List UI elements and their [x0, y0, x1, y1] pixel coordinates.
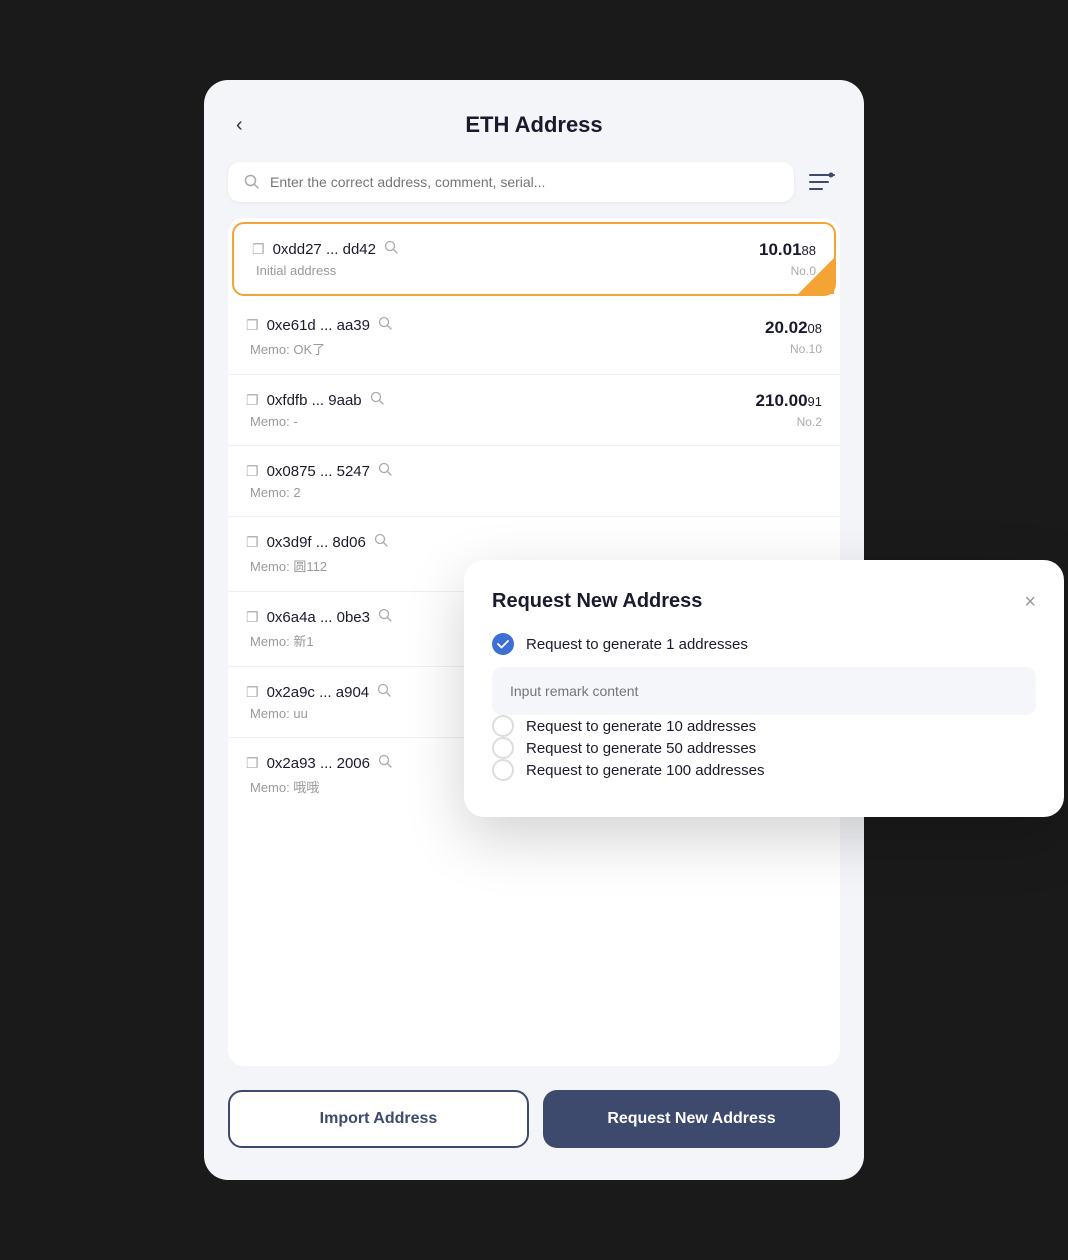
radio-unchecked-icon — [492, 715, 514, 737]
addr-top: ❐ 0x2a93 ... 2006 — [246, 754, 393, 773]
addr-memo: Memo: 圆112 — [246, 556, 389, 575]
addr-memo: Memo: 新1 — [246, 631, 393, 650]
addr-memo: Memo: uu — [246, 706, 392, 721]
radio-option[interactable]: Request to generate 10 addresses — [492, 715, 1036, 737]
radio-option[interactable]: Request to generate 50 addresses — [492, 737, 1036, 759]
copy-icon[interactable]: ❐ — [246, 755, 259, 772]
bottom-buttons: Import Address Request New Address — [228, 1090, 840, 1148]
search-addr-icon[interactable] — [378, 316, 393, 335]
remark-input[interactable] — [492, 667, 1036, 715]
addr-memo: Initial address — [252, 263, 399, 278]
addr-left: ❐ 0xe61d ... aa39 Memo: OK了 — [246, 316, 393, 358]
addr-amount: 20.0208 — [765, 318, 822, 338]
modal-options: Request to generate 1 addresses Request … — [492, 633, 1036, 781]
radio-label: Request to generate 1 addresses — [526, 636, 748, 653]
addr-top: ❐ 0xfdfb ... 9aab — [246, 391, 385, 410]
addr-amount: 10.0188 — [759, 240, 816, 260]
radio-label: Request to generate 100 addresses — [526, 762, 765, 779]
addr-left: ❐ 0x2a9c ... a904 Memo: uu — [246, 683, 392, 721]
addr-right: 210.0091 No.2 — [756, 391, 822, 429]
search-bar — [228, 162, 840, 202]
modal-header: Request New Address × — [492, 590, 1036, 613]
copy-icon[interactable]: ❐ — [246, 317, 259, 334]
search-addr-icon[interactable] — [378, 608, 393, 627]
addr-hash: 0x2a93 ... 2006 — [267, 755, 370, 772]
addr-hash: 0x0875 ... 5247 — [267, 463, 370, 480]
addr-left: ❐ 0x6a4a ... 0be3 Memo: 新1 — [246, 608, 393, 650]
selected-corner — [798, 258, 834, 294]
search-icon — [244, 174, 260, 190]
copy-icon[interactable]: ❐ — [246, 463, 259, 480]
radio-label: Request to generate 10 addresses — [526, 718, 756, 735]
filter-button[interactable] — [804, 166, 840, 198]
radio-label: Request to generate 50 addresses — [526, 740, 756, 757]
addr-no: No.10 — [790, 342, 822, 356]
modal-title: Request New Address — [492, 590, 702, 613]
radio-unchecked-icon — [492, 737, 514, 759]
address-item[interactable]: ❐ 0xfdfb ... 9aab Memo: - 210.0091 No.2 — [228, 375, 840, 446]
search-input-wrapper — [228, 162, 794, 202]
addr-hash: 0xfdfb ... 9aab — [267, 392, 362, 409]
copy-icon[interactable]: ❐ — [246, 534, 259, 551]
addr-left: ❐ 0xfdfb ... 9aab Memo: - — [246, 391, 385, 429]
addr-top: ❐ 0x6a4a ... 0be3 — [246, 608, 393, 627]
modal-option[interactable]: Request to generate 1 addresses — [492, 633, 1036, 715]
radio-option[interactable]: Request to generate 1 addresses — [492, 633, 1036, 655]
addr-no: No.2 — [797, 415, 822, 429]
addr-right: 20.0208 No.10 — [765, 318, 822, 356]
addr-top: ❐ 0xe61d ... aa39 — [246, 316, 393, 335]
copy-icon[interactable]: ❐ — [246, 609, 259, 626]
addr-hash: 0xe61d ... aa39 — [267, 317, 370, 334]
search-addr-icon[interactable] — [370, 391, 385, 410]
filter-icon — [808, 170, 836, 194]
addr-memo: Memo: 哦哦 — [246, 777, 393, 796]
addr-top: ❐ 0x3d9f ... 8d06 — [246, 533, 389, 552]
addr-amount: 210.0091 — [756, 391, 822, 411]
addr-hash: 0x2a9c ... a904 — [267, 684, 370, 701]
page-title: ETH Address — [465, 112, 602, 138]
addr-left: ❐ 0x3d9f ... 8d06 Memo: 圆112 — [246, 533, 389, 575]
addr-memo: Memo: - — [246, 414, 385, 429]
addr-hash: 0xdd27 ... dd42 — [273, 241, 376, 258]
addr-top: ❐ 0xdd27 ... dd42 — [252, 240, 399, 259]
modal-close-button[interactable]: × — [1024, 592, 1036, 612]
addr-top: ❐ 0x2a9c ... a904 — [246, 683, 392, 702]
copy-icon[interactable]: ❐ — [246, 392, 259, 409]
addr-top: ❐ 0x0875 ... 5247 — [246, 462, 393, 481]
radio-unchecked-icon — [492, 759, 514, 781]
addr-hash: 0x6a4a ... 0be3 — [267, 609, 370, 626]
main-card: ‹ ETH Address ❐ 0xdd27 ... dd42 — [204, 80, 864, 1180]
copy-icon[interactable]: ❐ — [252, 241, 265, 258]
radio-option[interactable]: Request to generate 100 addresses — [492, 759, 1036, 781]
addr-hash: 0x3d9f ... 8d06 — [267, 534, 366, 551]
address-item[interactable]: ❐ 0x0875 ... 5247 Memo: 2 — [228, 446, 840, 517]
header: ‹ ETH Address — [228, 112, 840, 138]
search-input[interactable] — [270, 174, 778, 190]
modal-option[interactable]: Request to generate 50 addresses — [492, 737, 1036, 759]
request-address-modal: Request New Address × Request to generat… — [464, 560, 1064, 817]
import-address-button[interactable]: Import Address — [228, 1090, 529, 1148]
copy-icon[interactable]: ❐ — [246, 684, 259, 701]
addr-memo: Memo: 2 — [246, 485, 393, 500]
addr-memo: Memo: OK了 — [246, 339, 393, 358]
search-addr-icon[interactable] — [378, 754, 393, 773]
search-addr-icon[interactable] — [384, 240, 399, 259]
search-addr-icon[interactable] — [374, 533, 389, 552]
modal-option[interactable]: Request to generate 10 addresses — [492, 715, 1036, 737]
search-addr-icon[interactable] — [378, 462, 393, 481]
addr-left: ❐ 0x2a93 ... 2006 Memo: 哦哦 — [246, 754, 393, 796]
radio-checked-icon — [492, 633, 514, 655]
request-new-address-button[interactable]: Request New Address — [543, 1090, 840, 1148]
back-button[interactable]: ‹ — [228, 110, 251, 141]
address-item[interactable]: ❐ 0xdd27 ... dd42 Initial address 10.018… — [232, 222, 836, 296]
address-item[interactable]: ❐ 0xe61d ... aa39 Memo: OK了 20.0208 No.1… — [228, 300, 840, 375]
modal-option[interactable]: Request to generate 100 addresses — [492, 759, 1036, 781]
addr-left: ❐ 0xdd27 ... dd42 Initial address — [252, 240, 399, 278]
search-addr-icon[interactable] — [377, 683, 392, 702]
addr-left: ❐ 0x0875 ... 5247 Memo: 2 — [246, 462, 393, 500]
